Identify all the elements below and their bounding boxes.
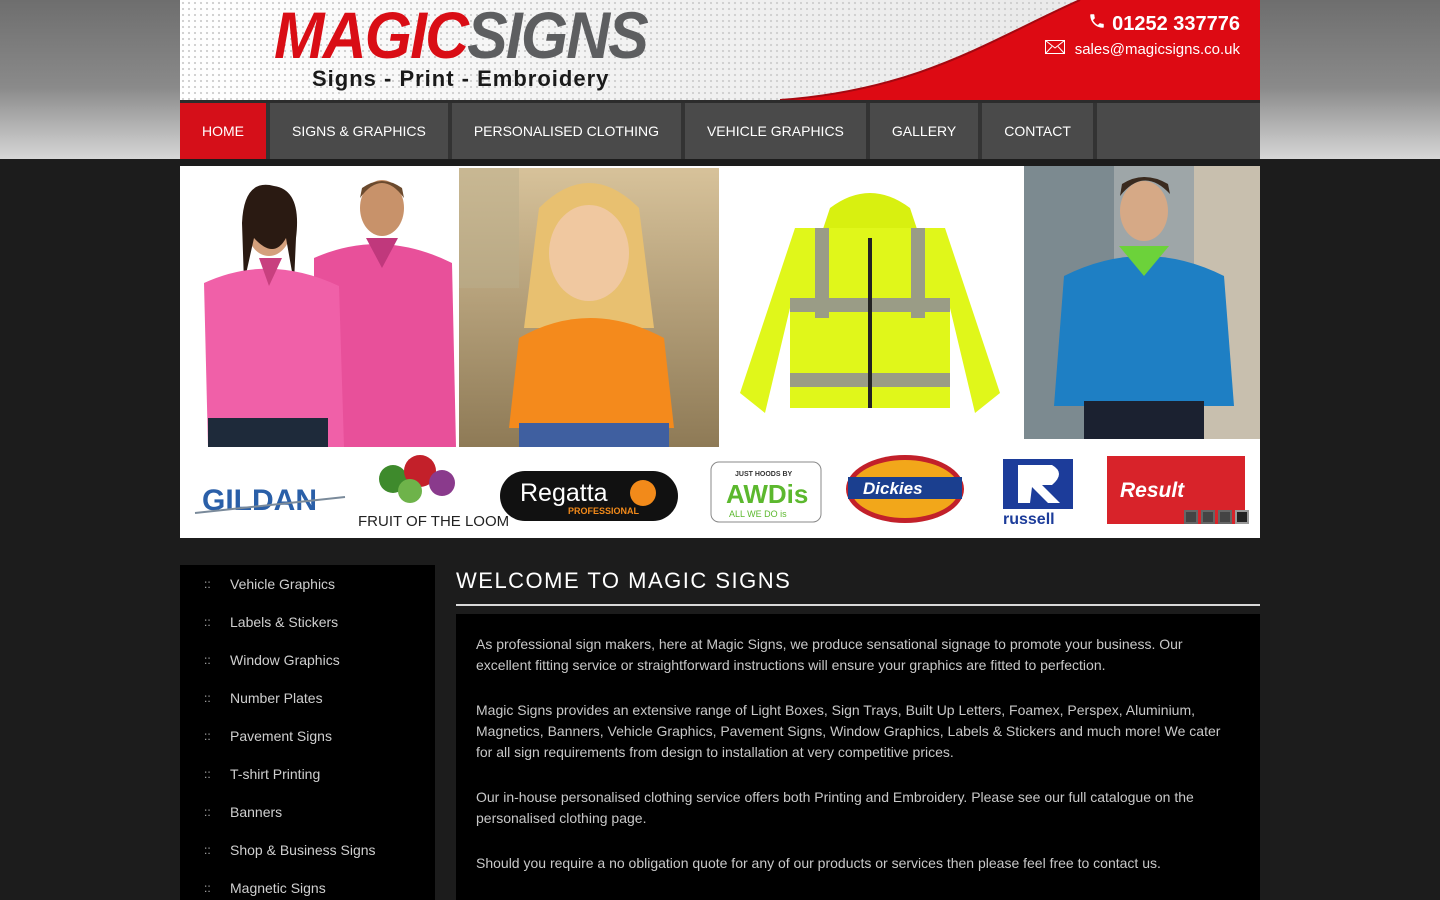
sidebar-bullet: :: [204, 691, 211, 705]
nav-personalised-clothing[interactable]: PERSONALISED CLOTHING [452, 103, 685, 159]
phone-icon [1088, 12, 1106, 36]
nav-gallery[interactable]: GALLERY [870, 103, 983, 159]
sidebar-item-label: Labels & Stickers [230, 614, 339, 630]
sidebar-item-label: Shop & Business Signs [230, 842, 376, 858]
sidebar-bullet: :: [204, 729, 211, 743]
sidebar-item-number-plates[interactable]: :: Number Plates [180, 679, 435, 717]
sidebar-item-pavement-signs[interactable]: :: Pavement Signs [180, 717, 435, 755]
sidebar-item-label: T-shirt Printing [230, 766, 321, 782]
nav-vehicle-graphics[interactable]: VEHICLE GRAPHICS [685, 103, 870, 159]
sidebar-bullet: :: [204, 615, 211, 629]
email-address: sales@magicsigns.co.uk [1074, 40, 1240, 58]
welcome-paragraph-3: Our in-house personalised clothing servi… [476, 789, 1194, 826]
brand-russell: russell [1003, 511, 1055, 528]
sidebar-item-label: Vehicle Graphics [230, 576, 336, 592]
envelope-icon [1044, 40, 1065, 58]
sidebar-bullet: :: [204, 881, 211, 895]
sidebar: :: Vehicle Graphics :: Labels & Stickers :… [180, 565, 435, 900]
photo-hi-vis-jacket [725, 168, 1015, 447]
sidebar-item-label: Magnetic Signs [230, 880, 326, 896]
photo-blue-hoodie [1024, 166, 1260, 439]
sidebar-item-label: Banners [230, 804, 283, 820]
sidebar-bullet: :: [204, 577, 211, 591]
brand-gildan: GILDAN [202, 484, 317, 517]
main-nav: HOME SIGNS & GRAPHICS PERSONALISED CLOTH… [180, 100, 1260, 159]
welcome-content: As professional sign makers, here at Mag… [456, 614, 1260, 900]
sidebar-item-magnetic-signs[interactable]: :: Magnetic Signs [180, 869, 435, 900]
sidebar-bullet: :: [204, 805, 211, 819]
sidebar-item-banners[interactable]: :: Banners [180, 793, 435, 831]
nav-signs-graphics[interactable]: SIGNS & GRAPHICS [270, 103, 452, 159]
sidebar-bullet: :: [204, 767, 211, 781]
brand-logos: GILDAN FRUIT OF THE LOOM Regatta PROFESS… [180, 451, 1260, 538]
brand-result: Result [1120, 479, 1185, 502]
slider-dot-1[interactable] [1184, 510, 1198, 524]
logo-tagline: Signs - Print - Embroidery [312, 66, 610, 91]
sidebar-item-label: Pavement Signs [230, 728, 332, 744]
sidebar-bullet: :: [204, 843, 211, 857]
sidebar-bullet: :: [204, 653, 211, 667]
photo-orange-tshirt-girl [459, 168, 719, 447]
logo-magic-text: MAGIC [274, 0, 469, 72]
brand-fruit-of-the-loom: FRUIT OF THE LOOM [358, 513, 509, 530]
sidebar-item-window-graphics[interactable]: :: Window Graphics [180, 641, 435, 679]
sidebar-item-labels-stickers[interactable]: :: Labels & Stickers [180, 603, 435, 641]
hero-slider: GILDAN FRUIT OF THE LOOM Regatta PROFESS… [180, 166, 1260, 538]
phone-number: 01252 337776 [1112, 12, 1240, 35]
site-header: MAGICSIGNS Signs - Print - Embroidery 01… [180, 0, 1260, 100]
welcome-paragraph-2: Magic Signs provides an extensive range … [476, 702, 1221, 760]
brand-regatta-professional: PROFESSIONAL [568, 506, 640, 516]
sidebar-item-tshirt-printing[interactable]: :: T-shirt Printing [180, 755, 435, 793]
brand-awdis-tagline: ALL WE DO is [729, 509, 787, 519]
slider-dot-4[interactable] [1235, 510, 1249, 524]
sidebar-item-label: Number Plates [230, 690, 323, 706]
welcome-paragraph-1: As professional sign makers, here at Mag… [476, 636, 1183, 673]
sidebar-item-shop-business-signs[interactable]: :: Shop & Business Signs [180, 831, 435, 869]
nav-home[interactable]: HOME [180, 103, 270, 159]
nav-contact[interactable]: CONTACT [982, 103, 1097, 159]
header-phone[interactable]: 01252 337776 [1088, 12, 1240, 36]
welcome-paragraph-4: Should you require a no obligation quote… [476, 855, 1161, 871]
slider-dot-3[interactable] [1218, 510, 1232, 524]
page-wrapper: MAGICSIGNS Signs - Print - Embroidery 01… [180, 0, 1260, 900]
brand-awdis: AWDis [726, 479, 808, 509]
header-email[interactable]: sales@magicsigns.co.uk [1044, 40, 1240, 58]
site-logo[interactable]: MAGICSIGNS [274, 2, 649, 68]
photo-pink-polo-couple [194, 168, 456, 447]
page-title: WELCOME TO MAGIC SIGNS [456, 568, 1260, 606]
brand-regatta: Regatta [520, 479, 608, 507]
logo-signs-text: SIGNS [467, 0, 649, 72]
sidebar-item-vehicle-graphics[interactable]: :: Vehicle Graphics [180, 565, 435, 603]
brand-awdis-top: JUST HOODS BY [735, 471, 793, 478]
brand-dickies: Dickies [863, 479, 923, 498]
slider-dot-2[interactable] [1201, 510, 1215, 524]
slider-pagination [1184, 510, 1249, 524]
sidebar-item-label: Window Graphics [230, 652, 340, 668]
sidebar-list: :: Vehicle Graphics :: Labels & Stickers :… [180, 565, 435, 900]
